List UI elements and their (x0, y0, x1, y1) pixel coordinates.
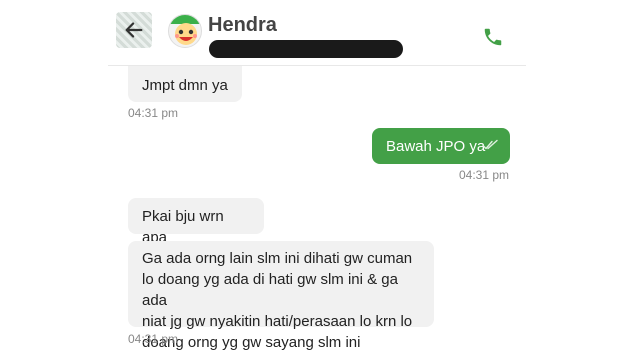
back-button[interactable] (116, 12, 152, 48)
phone-icon (484, 28, 502, 46)
message-bubble-incoming[interactable]: Ga ada orng lain slm ini dihati gw cuman… (128, 241, 434, 351)
message-timestamp: 04:31 pm (128, 332, 179, 346)
double-check-icon (482, 139, 498, 150)
message-line: lo doang yg ada di hati gw slm ini & ga … (142, 271, 398, 309)
chat-header: Hendra (108, 0, 526, 66)
message-line: doang orng yg gw sayang slm ini (142, 334, 361, 351)
message-text: Jmpt dmn ya (142, 77, 228, 94)
redacted-status (209, 40, 403, 58)
message-timestamp: 04:31 pm (128, 106, 179, 120)
contact-name[interactable]: Hendra (208, 14, 277, 37)
message-bubble-incoming[interactable]: Pkai bju wrn apa (128, 198, 264, 246)
avatar[interactable] (168, 14, 202, 48)
call-button[interactable] (482, 26, 504, 48)
emoji-face-icon (169, 15, 201, 45)
message-timestamp: 04:31 pm (459, 168, 510, 182)
message-bubble-outgoing[interactable]: Bawah JPO ya (372, 128, 510, 164)
message-line: Ga ada orng lain slm ini dihati gw cuman (142, 250, 413, 267)
message-line: niat jg gw nyakitin hati/perasaan lo krn… (142, 313, 413, 330)
arrow-left-icon (125, 22, 143, 38)
message-bubble-incoming[interactable]: Jmpt dmn ya (128, 66, 242, 102)
message-text: Bawah JPO ya (386, 138, 486, 155)
